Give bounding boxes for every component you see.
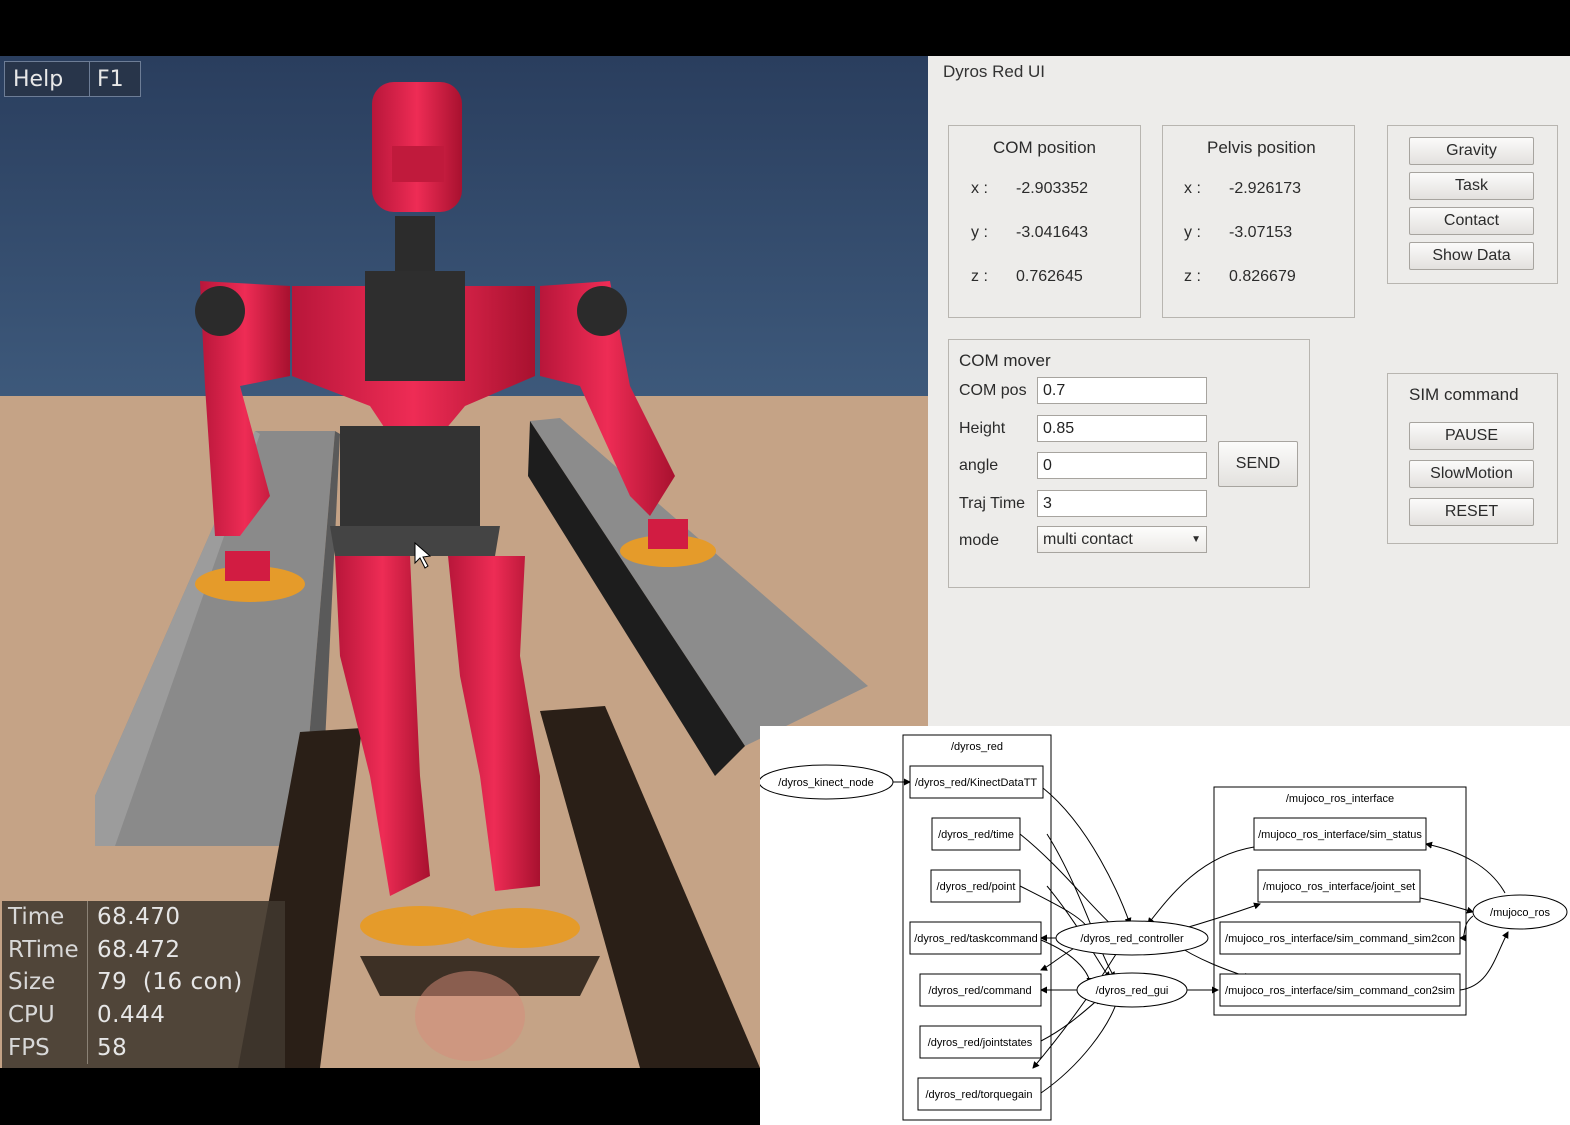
topic-con2sim-label[interactable]: /mujoco_ros_interface/sim_command_con2si… [1225,985,1455,997]
traj-time-input[interactable]: 3 [1037,490,1207,517]
dyros-red-ui-window: Dyros Red UI COM position x : -2.903352 … [928,56,1570,726]
topic-command-label[interactable]: /dyros_red/command [928,985,1031,997]
stat-row-cpu: CPU 0.444 [2,998,285,1032]
ros-graph-canvas[interactable]: /dyros_red /mujoco_ros_interface /dyros_… [760,726,1570,1125]
stat-row-rtime: RTime 68.472 [2,933,285,967]
topic-torquegain-label[interactable]: /dyros_red/torquegain [925,1089,1032,1101]
sim-command-title: SIM command [1409,385,1519,404]
help-key: Help [5,62,90,96]
com-x-label: x : [971,180,988,197]
slowmotion-button[interactable]: SlowMotion [1409,460,1534,488]
pelvis-x-label: x : [1184,180,1201,197]
com-x-value: -2.903352 [1016,180,1089,197]
topic-sim-status-label[interactable]: /mujoco_ros_interface/sim_status [1258,829,1422,841]
height-label: Height [959,420,1006,437]
topic-point-label[interactable]: /dyros_red/point [937,881,1016,893]
pelvis-y-value: -3.07153 [1229,224,1293,241]
com-z-label: z : [971,268,988,285]
mode-label: mode [959,532,1000,549]
com-y-label: y : [971,224,988,241]
topic-kinect-label[interactable]: /dyros_red/KinectDataTT [915,777,1038,789]
traj-time-label: Traj Time [959,495,1026,512]
show-data-button[interactable]: Show Data [1409,242,1534,270]
stat-row-size: Size 79 (16 con) [2,966,285,999]
angle-input[interactable]: 0 [1037,452,1207,479]
topic-jointstates-label[interactable]: /dyros_red/jointstates [928,1037,1033,1049]
topic-taskcommand-label[interactable]: /dyros_red/taskcommand [914,933,1038,945]
right-foot [460,908,580,948]
height-input[interactable]: 0.85 [1037,415,1207,442]
pause-button[interactable]: PAUSE [1409,422,1534,450]
ros-node-graph[interactable]: /dyros_red /mujoco_ros_interface /dyros_… [760,726,1570,1125]
cluster-mujoco-label: /mujoco_ros_interface [1286,793,1394,805]
contact-button[interactable]: Contact [1409,207,1534,235]
stat-row-fps: FPS 58 [2,1031,285,1064]
reset-button[interactable]: RESET [1409,498,1534,526]
window-title: Dyros Red UI [943,62,1046,81]
topic-time-label[interactable]: /dyros_red/time [938,829,1014,841]
pelvis-y-label: y : [1184,224,1201,241]
com-mover-title: COM mover [959,351,1051,370]
node-mujoco-ros-label[interactable]: /mujoco_ros [1490,907,1550,919]
pelvis-z-value: 0.826679 [1229,268,1296,285]
help-overlay: Help F1 [4,61,141,97]
stat-row-time: Time 68.470 [2,901,285,934]
com-pos-input[interactable]: 0.7 [1037,377,1207,404]
com-pos-label: COM pos [959,382,1027,399]
help-value: F1 [97,66,124,92]
com-position-title: COM position [993,138,1096,157]
node-kinect-label[interactable]: /dyros_kinect_node [778,777,873,789]
task-button[interactable]: Task [1409,172,1534,200]
chevron-down-icon: ▼ [1191,534,1201,545]
mode-select[interactable]: multi contact ▼ [1037,526,1207,553]
pelvis-position-title: Pelvis position [1207,138,1316,157]
send-button[interactable]: SEND [1218,441,1298,487]
topic-sim2con-label[interactable]: /mujoco_ros_interface/sim_command_sim2co… [1225,933,1455,945]
pelvis-z-label: z : [1184,268,1201,285]
node-controller-label[interactable]: /dyros_red_controller [1080,933,1184,945]
pelvis-x-value: -2.926173 [1229,180,1302,197]
angle-label: angle [959,457,999,474]
mode-select-value: multi contact [1043,530,1133,548]
stats-overlay: Time 68.470 RTime 68.472 Size 79 (16 con) C… [2,901,285,1068]
com-y-value: -3.041643 [1016,224,1089,241]
com-z-value: 0.762645 [1016,268,1083,285]
gravity-button[interactable]: Gravity [1409,137,1534,165]
node-gui-label[interactable]: /dyros_red_gui [1096,985,1169,997]
topic-joint-set-label[interactable]: /mujoco_ros_interface/joint_set [1263,881,1415,893]
cluster-dyros-red-label: /dyros_red [951,741,1003,753]
